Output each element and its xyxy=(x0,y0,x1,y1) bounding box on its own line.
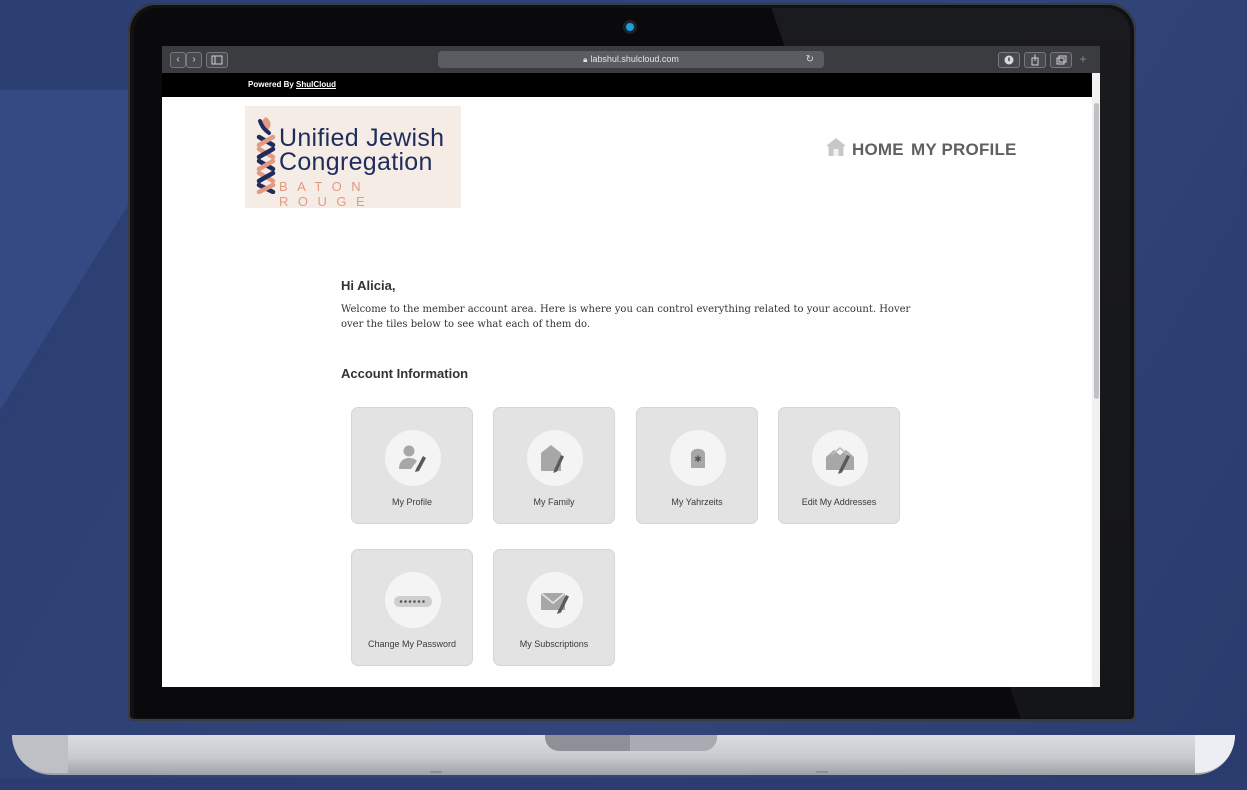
welcome-text: Welcome to the member account area. Here… xyxy=(341,304,911,330)
greeting: Hi Alicia, xyxy=(341,278,396,293)
browser-window: ‹ › 🔒︎ labshul.shulcloud.com ↻ + Powered … xyxy=(162,46,1100,687)
address-bar[interactable]: 🔒︎ labshul.shulcloud.com ↻ xyxy=(438,51,824,68)
powered-by-bar: Powered By ShulCloud xyxy=(162,73,1092,97)
share-icon[interactable] xyxy=(1024,52,1046,68)
powered-by: Powered By ShulCloud xyxy=(248,80,337,89)
section-title: Account Information xyxy=(341,366,469,381)
downloads-icon[interactable] xyxy=(998,52,1020,68)
lock-icon: 🔒︎ xyxy=(583,55,588,64)
tile-label: My Subscriptions xyxy=(519,639,589,649)
tile-label: My Family xyxy=(533,497,575,507)
tile-label: My Yahrzeits xyxy=(671,497,723,507)
new-tab-icon[interactable]: + xyxy=(1076,52,1090,66)
back-button[interactable]: ‹ xyxy=(170,52,186,68)
houses-edit-icon xyxy=(826,447,854,474)
url-text: labshul.shulcloud.com xyxy=(590,54,679,64)
tombstone-icon: ✱ xyxy=(691,448,705,468)
person-edit-icon xyxy=(399,445,426,472)
tile-label: Change My Password xyxy=(367,639,457,649)
logo-line-3: BATON ROUGE xyxy=(279,179,375,209)
tile-my-profile[interactable]: My Profile xyxy=(351,407,473,524)
tile-change-my-password[interactable]: Change My Password xyxy=(351,549,473,666)
webcam-icon xyxy=(626,23,634,31)
tabs-icon[interactable] xyxy=(1050,52,1072,68)
envelope-edit-icon xyxy=(540,592,569,614)
forward-button[interactable]: › xyxy=(186,52,202,68)
tile-edit-my-addresses[interactable]: Edit My Addresses xyxy=(778,407,900,524)
shulcloud-link[interactable]: ShulCloud xyxy=(296,80,336,89)
logo-line-2: Congregation xyxy=(279,148,433,176)
nav-home[interactable]: HOME xyxy=(852,140,904,160)
password-dots-icon xyxy=(394,596,432,607)
tile-my-yahrzeits[interactable]: ✱ My Yahrzeits xyxy=(636,407,758,524)
tile-my-family[interactable]: My Family xyxy=(493,407,615,524)
tile-label: My Profile xyxy=(391,497,432,507)
house-edit-icon xyxy=(541,445,564,473)
scrollbar[interactable] xyxy=(1092,73,1100,687)
nav-my-profile[interactable]: MY PROFILE xyxy=(911,140,1017,160)
scroll-thumb[interactable] xyxy=(1094,103,1099,399)
congregation-logo[interactable]: Unified Jewish Congregation BATON ROUGE xyxy=(245,106,461,209)
braid-icon xyxy=(256,117,276,194)
svg-text:✱: ✱ xyxy=(694,455,702,465)
browser-toolbar: ‹ › 🔒︎ labshul.shulcloud.com ↻ + xyxy=(162,46,1100,74)
sidebar-toggle-icon[interactable] xyxy=(206,52,228,68)
tile-label: Edit My Addresses xyxy=(801,497,877,507)
home-icon[interactable] xyxy=(825,137,847,157)
reload-icon[interactable]: ↻ xyxy=(806,51,814,68)
tile-my-subscriptions[interactable]: My Subscriptions xyxy=(493,549,615,666)
